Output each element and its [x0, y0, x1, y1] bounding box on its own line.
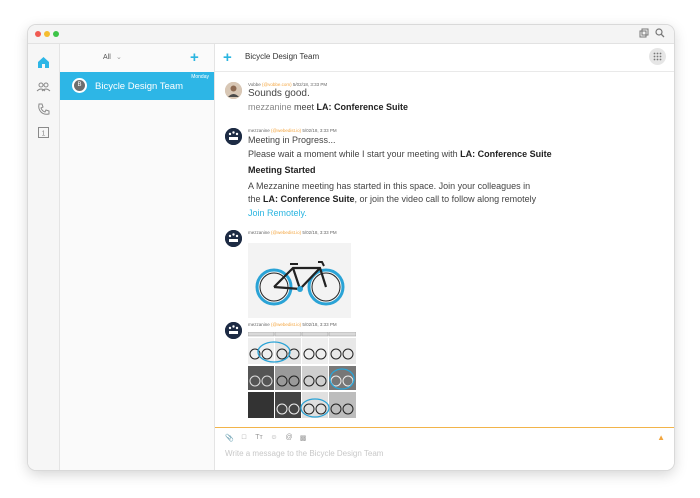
- message-author: mezzanine: [248, 128, 270, 133]
- message-bold: LA: Conference Suite: [316, 102, 409, 112]
- window-switch-icon[interactable]: [638, 28, 650, 40]
- message-text: A Mezzanine meeting has started in this …: [248, 181, 531, 191]
- message-text-part: the: [248, 194, 264, 204]
- message-item: Vobbe (@vobbe.com) 5/02/18, 3:33 PM Soun…: [225, 82, 664, 118]
- app-window: 1 All ⌄ + B Bicycle Design Team Monday +…: [28, 25, 674, 470]
- message-meta: mezzanine (@webedist.io) 5/02/18, 3:33 P…: [248, 230, 337, 235]
- message-handle[interactable]: (@webedist.io): [271, 322, 301, 327]
- attach-icon[interactable]: 📎: [225, 434, 234, 442]
- message-time: 5/02/18, 3:33 PM: [302, 322, 337, 327]
- message-text: Please wait a moment while I start your …: [248, 149, 552, 159]
- user-avatar: [225, 82, 242, 99]
- bot-avatar: [225, 322, 242, 339]
- room-list-panel: All ⌄ + B Bicycle Design Team Monday: [60, 44, 215, 470]
- emoji-icon[interactable]: ☺: [270, 434, 278, 441]
- conversation-header: + Bicycle Design Team: [215, 44, 674, 72]
- message-item: mezzanine (@webedist.io) 5/02/18, 3:33 P…: [225, 230, 664, 322]
- message-bold: LA: Conference Suite: [460, 149, 552, 159]
- send-icon[interactable]: ▲: [657, 433, 665, 442]
- title-bar: [28, 25, 674, 44]
- phone-icon[interactable]: [36, 102, 51, 117]
- room-avatar-letter: B: [74, 80, 85, 91]
- message-author: Vobbe: [248, 82, 261, 87]
- apps-grid-button[interactable]: [649, 48, 666, 65]
- message-composer: 📎 □ Tт ☺ @ ▩ ▲ Write a message to the Bi…: [215, 427, 674, 470]
- filter-dropdown[interactable]: All: [103, 54, 111, 61]
- svg-text:1: 1: [42, 131, 46, 138]
- room-avatar: B: [72, 78, 87, 93]
- message-handle[interactable]: (@webedist.io): [271, 128, 301, 133]
- message-meta: mezzanine (@webedist.io) 5/02/18, 3:33 P…: [248, 128, 337, 133]
- message-text-part: Please wait a moment while I start your …: [248, 149, 461, 159]
- gif-icon[interactable]: ▩: [299, 434, 307, 442]
- message-bold: LA: Conference Suite: [263, 194, 355, 204]
- message-text: mezzanine meet LA: Conference Suite: [248, 102, 408, 112]
- minimize-window-button[interactable]: [44, 31, 50, 37]
- new-room-button[interactable]: +: [190, 50, 199, 65]
- message-time: 5/02/18, 3:33 PM: [292, 82, 328, 87]
- message-meta: Vobbe (@vobbe.com) 5/02/18, 3:33 PM: [248, 82, 327, 87]
- search-icon[interactable]: [654, 28, 666, 40]
- whiteboard-icon[interactable]: □: [240, 434, 248, 441]
- calendar-icon[interactable]: 1: [36, 125, 51, 140]
- message-author: mezzanine: [248, 322, 270, 327]
- bot-avatar: [225, 230, 242, 247]
- message-text: Sounds good.: [248, 88, 310, 99]
- nav-rail: 1: [28, 44, 60, 470]
- message-item: mezzanine (@webedist.io) 5/02/18, 3:33 P…: [225, 128, 664, 223]
- chevron-down-icon[interactable]: ⌄: [116, 53, 122, 61]
- message-text-part: meet: [291, 102, 317, 112]
- add-people-button[interactable]: +: [223, 50, 232, 65]
- message-time: 5/02/18, 3:33 PM: [302, 230, 337, 235]
- message-mention: mezzanine: [248, 102, 292, 112]
- maximize-window-button[interactable]: [53, 31, 59, 37]
- close-window-button[interactable]: [35, 31, 41, 37]
- message-author: mezzanine: [248, 230, 270, 235]
- home-icon[interactable]: [36, 55, 51, 70]
- bicycle-collage-image[interactable]: [247, 331, 357, 418]
- meeting-started-heading: Meeting Started: [248, 165, 316, 175]
- message-meta: mezzanine (@webedist.io) 5/02/18, 3:33 P…: [248, 322, 337, 327]
- bot-avatar: [225, 128, 242, 145]
- mention-icon[interactable]: @: [285, 434, 293, 441]
- groups-icon[interactable]: [36, 79, 51, 94]
- message-text: the LA: Conference Suite, or join the vi…: [248, 194, 536, 204]
- message-text-part: , or join the video call to follow along…: [354, 194, 537, 204]
- message-time: 5/02/18, 3:33 PM: [302, 128, 337, 133]
- message-item: mezzanine (@webedist.io) 5/02/18, 3:33 P…: [225, 322, 664, 422]
- message-handle[interactable]: (@vobbe.com): [262, 82, 292, 87]
- message-input[interactable]: Write a message to the Bicycle Design Te…: [225, 449, 383, 458]
- room-date: Monday: [191, 74, 209, 80]
- room-name: Bicycle Design Team: [95, 81, 184, 92]
- join-remotely-link[interactable]: Join Remotely.: [248, 208, 307, 218]
- bicycle-image[interactable]: [248, 243, 351, 318]
- message-handle[interactable]: (@webedist.io): [271, 230, 301, 235]
- meeting-progress-text: Meeting in Progress...: [248, 135, 336, 145]
- message-area: Vobbe (@vobbe.com) 5/02/18, 3:33 PM Soun…: [215, 72, 674, 427]
- text-format-icon[interactable]: Tт: [255, 434, 263, 441]
- conversation-title: Bicycle Design Team: [245, 52, 320, 61]
- room-item-bicycle-design-team[interactable]: B Bicycle Design Team Monday: [60, 72, 214, 100]
